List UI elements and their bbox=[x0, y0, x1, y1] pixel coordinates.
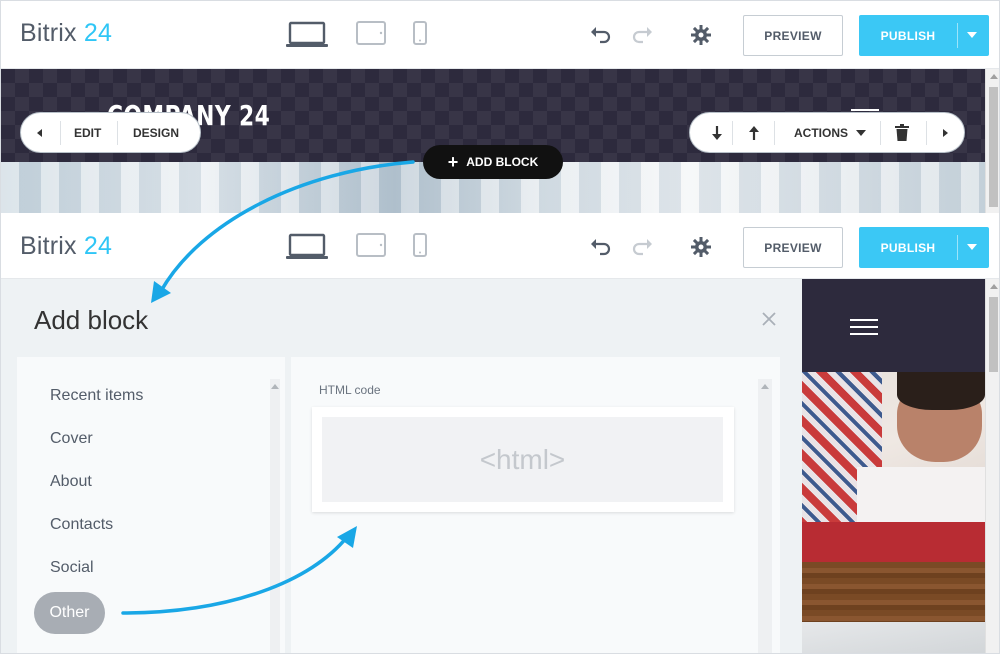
phone-icon[interactable] bbox=[413, 233, 427, 257]
html-block-preview: <html> bbox=[322, 417, 723, 502]
scrollbar[interactable] bbox=[985, 69, 999, 213]
chevron-right-icon[interactable] bbox=[943, 129, 948, 137]
category-list: Recent items Cover About Contacts Social… bbox=[17, 357, 285, 653]
undo-icon[interactable] bbox=[588, 23, 612, 47]
design-button[interactable]: DESIGN bbox=[133, 126, 179, 140]
gear-icon[interactable] bbox=[689, 23, 713, 47]
screenshot-root: Bitrix 24 PREVIEW PUBLISH COMPANY 24 EDI… bbox=[0, 0, 1000, 654]
arrow-up-icon[interactable] bbox=[747, 124, 761, 142]
scroll-up-icon[interactable] bbox=[271, 384, 279, 389]
arrow-down-icon[interactable] bbox=[710, 124, 724, 142]
chevron-down-icon[interactable] bbox=[967, 32, 977, 38]
chevron-left-icon[interactable] bbox=[37, 129, 42, 137]
editor-toolbar-2: Bitrix 24 PREVIEW PUBLISH bbox=[1, 213, 999, 279]
block-action-controls: ACTIONS bbox=[689, 112, 965, 153]
hamburger-menu-icon bbox=[850, 319, 878, 335]
scroll-up-icon[interactable] bbox=[761, 384, 769, 389]
category-other[interactable]: Other bbox=[34, 592, 105, 634]
category-contacts[interactable]: Contacts bbox=[50, 516, 113, 534]
chevron-down-icon[interactable] bbox=[967, 244, 977, 250]
wood-table-photo bbox=[802, 562, 985, 653]
plus-icon: + bbox=[447, 152, 459, 172]
close-icon[interactable] bbox=[761, 311, 777, 327]
undo-icon[interactable] bbox=[588, 235, 612, 259]
trash-icon[interactable] bbox=[895, 124, 909, 141]
divider bbox=[732, 121, 733, 145]
gear-icon[interactable] bbox=[689, 235, 713, 259]
publish-button[interactable]: PUBLISH bbox=[859, 15, 989, 56]
publish-divider bbox=[957, 235, 958, 260]
brand-name: Bitrix bbox=[20, 232, 77, 260]
site-header bbox=[802, 279, 985, 372]
device-switcher bbox=[286, 233, 446, 263]
site-preview-side bbox=[802, 279, 985, 653]
brand-name: Bitrix bbox=[20, 19, 77, 47]
preview-button[interactable]: PREVIEW bbox=[743, 227, 843, 268]
category-about[interactable]: About bbox=[50, 473, 92, 491]
add-block-panel: Add block Recent items Cover About Conta… bbox=[1, 279, 802, 653]
category-recent-items[interactable]: Recent items bbox=[50, 387, 143, 405]
scroll-up-icon[interactable] bbox=[990, 284, 998, 289]
add-block-button[interactable]: + ADD BLOCK bbox=[423, 145, 563, 179]
scrollbar[interactable] bbox=[270, 379, 280, 653]
scroll-thumb[interactable] bbox=[989, 87, 998, 207]
brand-logo: Bitrix 24 bbox=[20, 232, 112, 261]
chevron-down-icon[interactable] bbox=[856, 130, 866, 136]
brand-number: 24 bbox=[76, 19, 113, 47]
device-switcher bbox=[286, 21, 446, 51]
brand-logo: Bitrix 24 bbox=[20, 19, 112, 48]
hamburger-menu-icon bbox=[851, 109, 879, 111]
preview-button[interactable]: PREVIEW bbox=[743, 15, 843, 56]
laptop-icon[interactable] bbox=[286, 233, 328, 261]
tablet-icon[interactable] bbox=[356, 21, 386, 45]
redo-icon[interactable] bbox=[631, 23, 655, 47]
publish-label: PUBLISH bbox=[880, 240, 936, 255]
panel-title: Add block bbox=[34, 305, 149, 335]
divider bbox=[60, 121, 61, 145]
publish-label: PUBLISH bbox=[880, 28, 936, 43]
category-social[interactable]: Social bbox=[50, 559, 94, 577]
block-gallery: HTML code <html> bbox=[291, 357, 780, 653]
scrollbar[interactable] bbox=[985, 279, 999, 653]
add-block-label: ADD BLOCK bbox=[466, 155, 539, 169]
laptop-icon[interactable] bbox=[286, 21, 328, 49]
scroll-thumb[interactable] bbox=[989, 297, 998, 372]
phone-icon[interactable] bbox=[413, 21, 427, 45]
section-label: HTML code bbox=[319, 383, 381, 397]
divider bbox=[774, 121, 775, 145]
block-edit-controls: EDIT DESIGN bbox=[20, 112, 201, 153]
brand-number: 24 bbox=[76, 232, 113, 260]
divider bbox=[926, 121, 927, 145]
actions-menu[interactable]: ACTIONS bbox=[794, 126, 848, 140]
divider bbox=[880, 121, 881, 145]
edit-button[interactable]: EDIT bbox=[74, 126, 101, 140]
divider bbox=[117, 121, 118, 145]
person-photo bbox=[802, 372, 985, 562]
publish-divider bbox=[957, 23, 958, 48]
category-cover[interactable]: Cover bbox=[50, 430, 93, 448]
html-block-card[interactable]: <html> bbox=[312, 407, 734, 512]
scrollbar[interactable] bbox=[758, 379, 772, 653]
tablet-icon[interactable] bbox=[356, 233, 386, 257]
editor-toolbar: Bitrix 24 PREVIEW PUBLISH bbox=[1, 1, 999, 69]
scroll-up-icon[interactable] bbox=[990, 74, 998, 79]
redo-icon[interactable] bbox=[631, 235, 655, 259]
publish-button[interactable]: PUBLISH bbox=[859, 227, 989, 268]
